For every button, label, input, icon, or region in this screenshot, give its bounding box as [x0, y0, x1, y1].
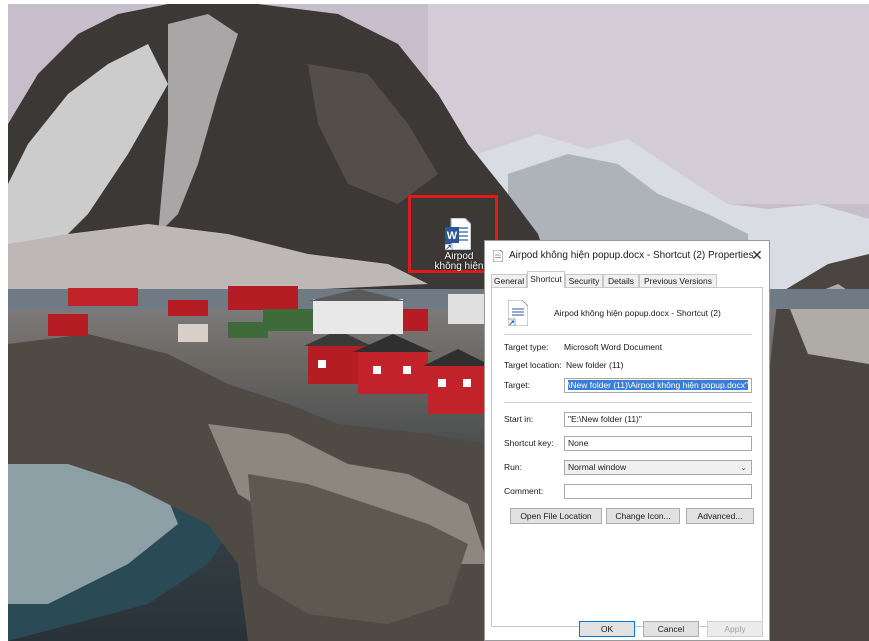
target-label: Target: [504, 380, 530, 390]
run-select[interactable]: Normal window ⌄ [564, 460, 752, 475]
target-field-text: \New folder (11)\Airpod không hiện popup… [568, 380, 749, 390]
apply-button[interactable]: Apply [707, 621, 763, 637]
target-location-label: Target location: [504, 360, 562, 370]
shortcut-name: Airpod không hiện popup.docx - Shortcut … [554, 308, 721, 318]
shortcut-panel: Airpod không hiện popup.docx - Shortcut … [491, 287, 763, 627]
shortcut-key-field[interactable]: None [564, 436, 752, 451]
desktop-icon-label: Airpod không hiện [434, 252, 484, 272]
open-file-location-button[interactable]: Open File Location [510, 508, 602, 524]
shortcut-file-icon [508, 300, 528, 326]
change-icon-button[interactable]: Change Icon... [606, 508, 680, 524]
comment-field[interactable] [564, 484, 752, 499]
tab-general[interactable]: General [491, 274, 527, 287]
word-document-icon: W [445, 218, 471, 250]
tab-details[interactable]: Details [603, 274, 639, 287]
shortcut-key-label: Shortcut key: [504, 438, 554, 448]
tab-security[interactable]: Security [565, 274, 603, 287]
run-select-value: Normal window [568, 462, 627, 472]
document-icon [493, 250, 503, 262]
tab-previous-versions[interactable]: Previous Versions [639, 274, 717, 287]
cancel-button[interactable]: Cancel [643, 621, 699, 637]
properties-dialog: Airpod không hiện popup.docx - Shortcut … [484, 240, 770, 641]
comment-label: Comment: [504, 486, 544, 496]
svg-text:W: W [447, 230, 458, 242]
close-icon[interactable]: ✕ [747, 245, 767, 265]
advanced-button[interactable]: Advanced... [686, 508, 754, 524]
dialog-title: Airpod không hiện popup.docx - Shortcut … [509, 250, 754, 261]
start-in-field[interactable]: "E:\New folder (11)" [564, 412, 752, 427]
divider [504, 402, 752, 403]
divider [504, 334, 752, 335]
ok-button[interactable]: OK [579, 621, 635, 637]
tab-strip: General Shortcut Security Details Previo… [491, 271, 763, 288]
start-in-label: Start in: [504, 414, 534, 424]
target-location-value: New folder (11) [566, 360, 624, 370]
chevron-down-icon: ⌄ [740, 463, 747, 472]
run-label: Run: [504, 462, 522, 472]
target-type-value: Microsoft Word Document [564, 342, 663, 352]
target-type-label: Target type: [504, 342, 549, 352]
target-field[interactable]: \New folder (11)\Airpod không hiện popup… [564, 378, 752, 393]
tab-shortcut[interactable]: Shortcut [527, 271, 565, 288]
dialog-titlebar[interactable]: Airpod không hiện popup.docx - Shortcut … [485, 241, 769, 271]
